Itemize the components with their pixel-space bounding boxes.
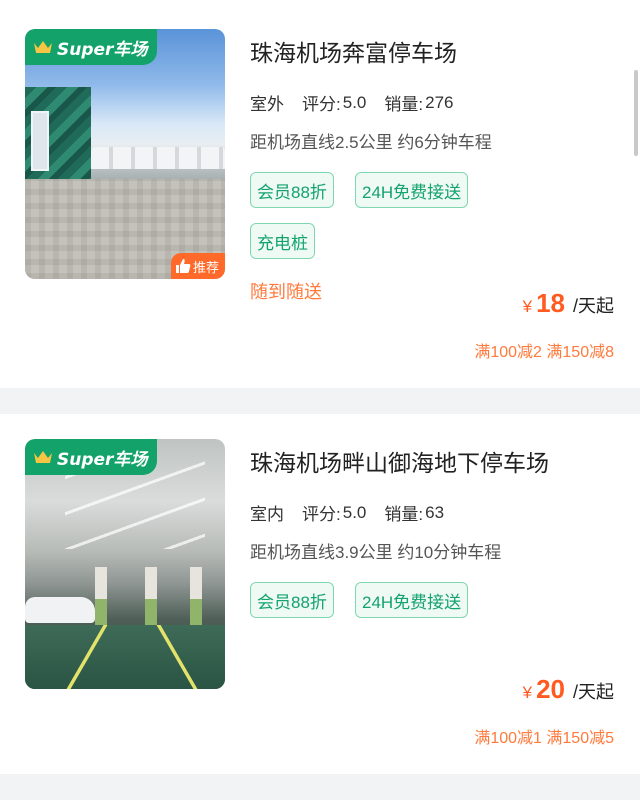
super-lot-badge: Super车场: [25, 439, 157, 475]
price-unit: /天起: [572, 296, 614, 316]
lot-meta: 室外 评分: 5.0 销量: 276: [248, 90, 454, 118]
lot-photo-image: [25, 439, 225, 689]
thumbs-up-icon: [175, 259, 191, 273]
crown-icon: [34, 451, 52, 463]
lot-name[interactable]: 珠海机场畔山御海地下停车场: [250, 444, 549, 478]
tag-free-shuttle: 24H免费接送: [355, 582, 469, 618]
scrollbar[interactable]: [634, 70, 638, 156]
tag-charging: 充电桩: [250, 223, 315, 259]
card-divider: [0, 388, 640, 414]
sales-label: 销量:: [384, 505, 424, 524]
sales-label: 销量:: [384, 95, 424, 114]
price-value: 18: [536, 288, 565, 318]
lot-photo-image: [25, 29, 225, 279]
lot-type: 室外: [248, 90, 288, 118]
tag-member-discount: 会员88折: [250, 582, 334, 618]
super-badge-label: Super车场: [57, 39, 148, 60]
rating-value: 5.0: [342, 92, 367, 112]
sales-value: 276: [425, 92, 454, 112]
service-note: 随到随送: [250, 282, 322, 302]
lot-distance: 距机场直线2.5公里 约6分钟车程: [250, 133, 492, 152]
price-unit: /天起: [572, 682, 614, 702]
crown-icon: [34, 41, 52, 53]
tag-free-shuttle: 24H免费接送: [355, 172, 469, 208]
lot-photo[interactable]: Super车场: [25, 439, 225, 689]
promo-text: 满100减2 满150减8: [474, 344, 614, 361]
tag-member-discount: 会员88折: [250, 172, 334, 208]
lot-price: ¥ 20 /天起: [523, 674, 614, 705]
lot-photo[interactable]: Super车场 推荐: [25, 29, 225, 279]
lot-price: ¥ 18 /天起: [523, 288, 614, 319]
recommend-badge: 推荐: [170, 253, 225, 279]
sales-value: 63: [425, 502, 445, 522]
rating-label: 评分:: [302, 95, 341, 114]
parking-lot-card[interactable]: Super车场 推荐 珠海机场奔富停车场 室外 评分: 5.0 销量: 276 …: [0, 0, 640, 388]
super-lot-badge: Super车场: [25, 29, 157, 65]
parking-lot-list: Super车场 推荐 珠海机场奔富停车场 室外 评分: 5.0 销量: 276 …: [0, 0, 640, 774]
parking-lot-card[interactable]: Super车场 珠海机场畔山御海地下停车场 室内 评分: 5.0 销量: 63 …: [0, 414, 640, 774]
promo-text: 满100减1 满150减5: [474, 730, 614, 747]
price-value: 20: [536, 674, 565, 704]
super-badge-label: Super车场: [57, 449, 148, 470]
rating-label: 评分:: [302, 505, 341, 524]
currency-symbol: ¥: [522, 683, 533, 702]
lot-type: 室内: [248, 500, 288, 528]
rating-value: 5.0: [342, 502, 367, 522]
lot-distance: 距机场直线3.9公里 约10分钟车程: [250, 543, 502, 562]
recommend-label: 推荐: [192, 259, 219, 275]
currency-symbol: ¥: [522, 297, 533, 316]
lot-name[interactable]: 珠海机场奔富停车场: [250, 34, 457, 68]
lot-meta: 室内 评分: 5.0 销量: 63: [248, 500, 445, 528]
